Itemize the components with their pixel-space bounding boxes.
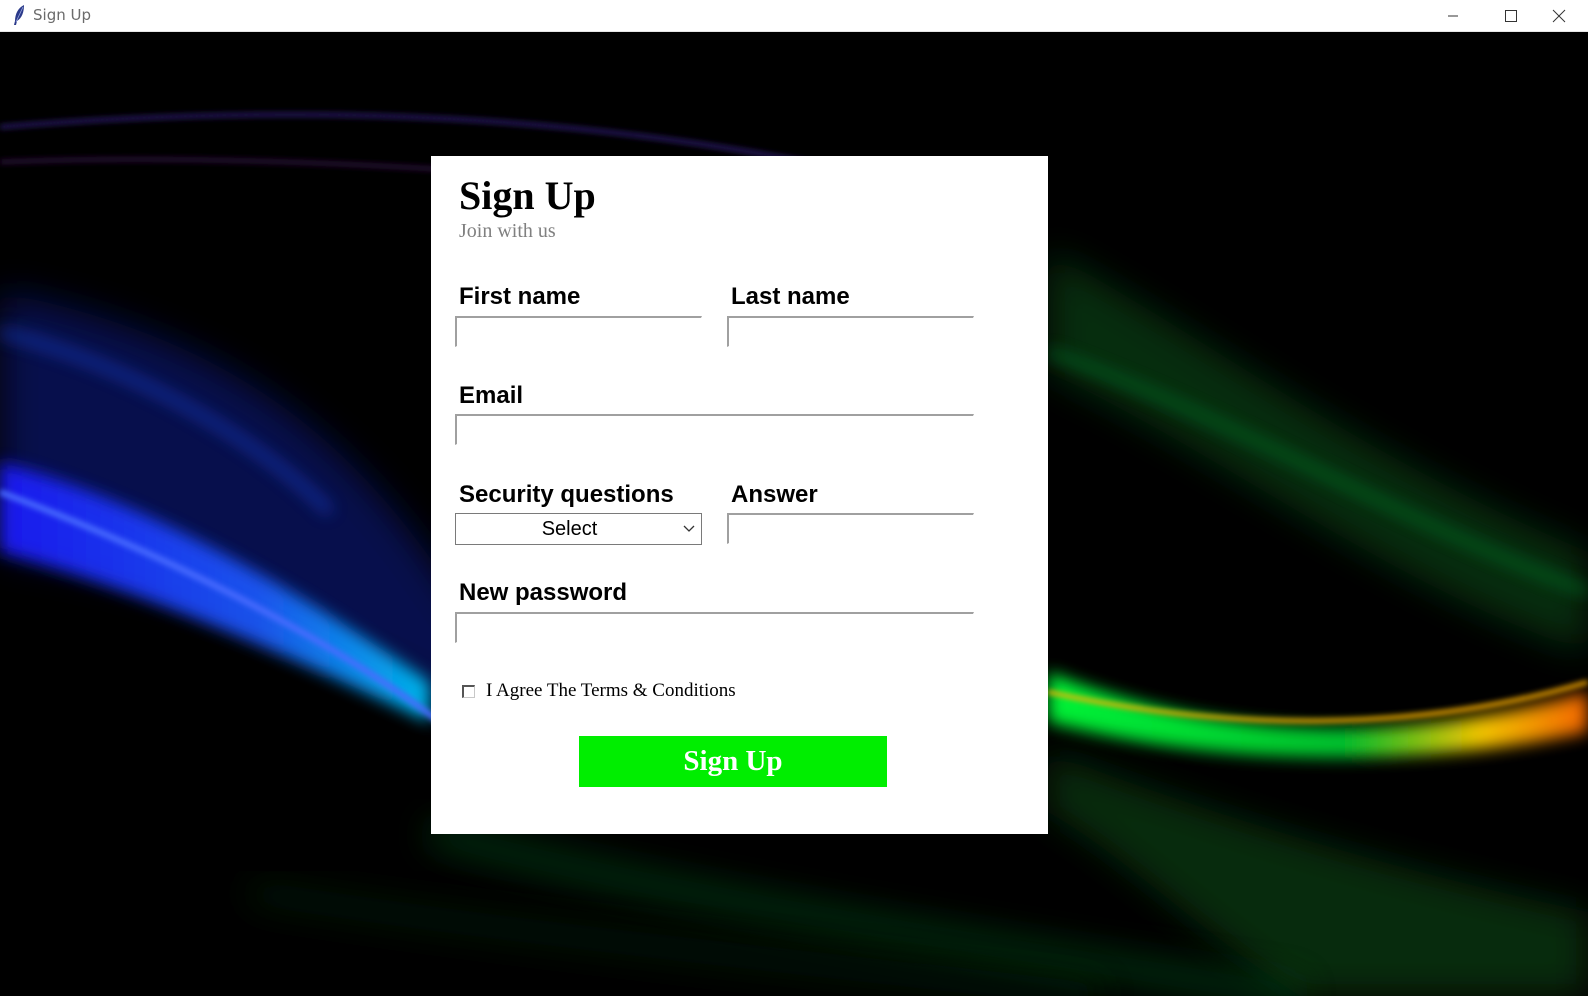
minimize-icon: [1448, 15, 1458, 16]
window-title: Sign Up: [33, 6, 91, 24]
signup-card: Sign Up Join with us First name Last nam…: [431, 156, 1048, 834]
form-title: Sign Up: [459, 173, 596, 218]
signup-button[interactable]: Sign Up: [579, 736, 887, 787]
feather-icon: [14, 5, 24, 25]
chevron-down-icon: [683, 525, 695, 532]
security-questions-label: Security questions: [459, 481, 674, 508]
minimize-button[interactable]: [1424, 0, 1482, 31]
last-name-label: Last name: [731, 283, 850, 310]
security-question-selected: Select: [541, 517, 598, 540]
close-icon: [1552, 9, 1566, 22]
security-question-select[interactable]: Select: [455, 513, 702, 545]
answer-input[interactable]: [727, 513, 974, 544]
last-name-input[interactable]: [727, 316, 974, 347]
new-password-label: New password: [459, 579, 628, 606]
terms-checkbox[interactable]: [462, 685, 475, 698]
close-button[interactable]: [1530, 0, 1588, 31]
title-bar: Sign Up: [0, 0, 1588, 32]
new-password-input[interactable]: [455, 612, 974, 643]
terms-checkbox-label[interactable]: I Agree The Terms & Conditions: [486, 680, 736, 702]
email-label: Email: [459, 382, 524, 409]
form-subtitle: Join with us: [459, 220, 556, 242]
app-window: Sign Up Sign Up Join with us First name …: [0, 0, 1588, 996]
maximize-icon: [1505, 9, 1517, 22]
email-input[interactable]: [455, 414, 974, 445]
first-name-label: First name: [459, 283, 581, 310]
first-name-input[interactable]: [455, 316, 702, 347]
answer-label: Answer: [731, 481, 818, 508]
